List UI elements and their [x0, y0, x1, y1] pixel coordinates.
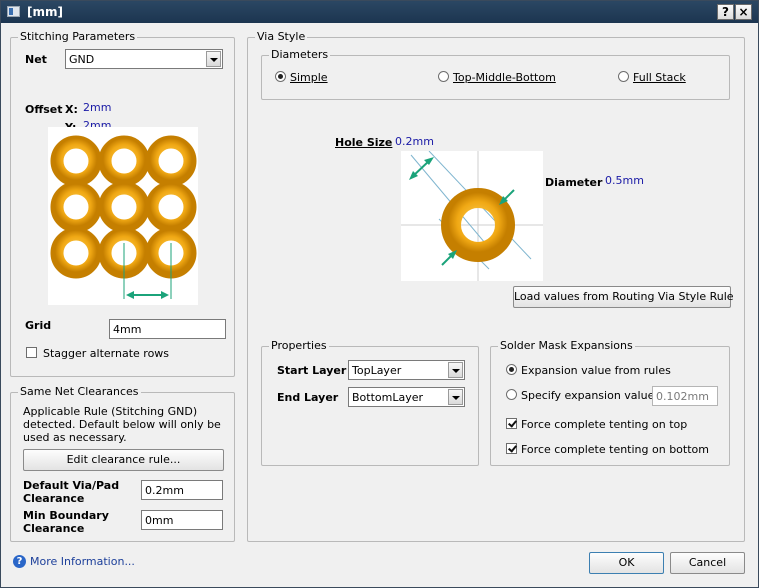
via-grid-diagram [50, 135, 197, 299]
min-boundary-label-2: Clearance [23, 522, 85, 535]
properties-title: Properties [269, 339, 329, 352]
load-routing-via-style-button[interactable]: Load values from Routing Via Style Rule [513, 286, 734, 308]
via-preview [401, 150, 543, 281]
stagger-label[interactable]: Stagger alternate rows [43, 347, 169, 360]
min-boundary-input[interactable] [141, 510, 223, 530]
more-information-link[interactable]: More Information... [30, 555, 135, 568]
start-layer-select[interactable]: TopLayer [348, 360, 465, 380]
expansion-from-rules-radio[interactable] [506, 364, 517, 375]
tent-top-label[interactable]: Force complete tenting on top [521, 418, 687, 431]
offset-label: Offset [25, 103, 63, 116]
via-pad-clearance-label-2: Clearance [23, 492, 85, 505]
net-select[interactable]: GND [65, 49, 223, 69]
specify-expansion-input[interactable] [652, 386, 718, 406]
same-net-clearances-title: Same Net Clearances [18, 385, 141, 398]
help-icon[interactable]: ? [13, 555, 26, 568]
window-title: [mm] [27, 5, 63, 19]
diameter-simple-label[interactable]: Simple [290, 71, 328, 84]
net-label: Net [25, 53, 47, 66]
tent-bottom-checkbox[interactable] [506, 443, 517, 454]
stitching-parameters-title: Stitching Parameters [18, 30, 138, 43]
end-layer-label: End Layer [277, 391, 339, 404]
tent-bottom-label[interactable]: Force complete tenting on bottom [521, 443, 709, 456]
rule-text-line-1: Applicable Rule (Stitching GND) [23, 405, 198, 418]
min-boundary-label-1: Min Boundary [23, 509, 109, 522]
diameters-title: Diameters [269, 48, 331, 61]
tent-top-checkbox[interactable] [506, 418, 517, 429]
offset-x-value: 2mm [83, 101, 112, 114]
net-select-value: GND [69, 53, 95, 66]
title-bar[interactable]: [mm] ? × [1, 1, 758, 23]
expansion-from-rules-label[interactable]: Expansion value from rules [521, 364, 671, 377]
rule-text-line-3: used as necessary. [23, 431, 127, 444]
via-pad-clearance-input[interactable] [141, 480, 223, 500]
offset-x-label: X: [65, 103, 78, 116]
stitching-preview [48, 127, 198, 305]
help-button[interactable]: ? [717, 4, 734, 20]
ok-button[interactable]: OK [589, 552, 664, 574]
via-pad-clearance-label-1: Default Via/Pad [23, 479, 120, 492]
rule-text-line-2: detected. Default below will only be [23, 418, 221, 431]
chevron-down-icon[interactable] [206, 51, 221, 67]
start-layer-label: Start Layer [277, 364, 347, 377]
specify-expansion-radio[interactable] [506, 389, 517, 400]
diameter-full-stack-radio[interactable] [618, 71, 629, 82]
diameter-top-middle-bottom-radio[interactable] [438, 71, 449, 82]
via-diagram [401, 150, 543, 281]
end-layer-value: BottomLayer [352, 391, 424, 404]
cancel-button[interactable]: Cancel [670, 552, 745, 574]
hole-size-label: Hole Size [335, 136, 393, 149]
chevron-down-icon[interactable] [448, 389, 463, 405]
start-layer-value: TopLayer [352, 364, 402, 377]
grid-input[interactable] [109, 319, 226, 339]
edit-clearance-rule-button[interactable]: Edit clearance rule... [23, 449, 224, 471]
diameter-top-middle-bottom-label[interactable]: Top-Middle-Bottom [453, 71, 556, 84]
chevron-down-icon[interactable] [448, 362, 463, 378]
diameter-full-stack-label[interactable]: Full Stack [633, 71, 686, 84]
solder-mask-title: Solder Mask Expansions [498, 339, 635, 352]
close-button[interactable]: × [735, 4, 752, 20]
diameter-simple-radio[interactable] [275, 71, 286, 82]
grid-label: Grid [25, 319, 52, 332]
specify-expansion-label[interactable]: Specify expansion value [521, 389, 654, 402]
app-icon [7, 6, 20, 17]
diameter-value[interactable]: 0.5mm [605, 174, 644, 187]
stagger-checkbox[interactable] [26, 347, 37, 358]
hole-size-value[interactable]: 0.2mm [395, 135, 434, 148]
end-layer-select[interactable]: BottomLayer [348, 387, 465, 407]
stitching-dialog: [mm] ? × Stitching Parameters Net GND Of… [0, 0, 759, 588]
via-style-title: Via Style [255, 30, 308, 43]
diameter-label: Diameter [545, 176, 603, 189]
